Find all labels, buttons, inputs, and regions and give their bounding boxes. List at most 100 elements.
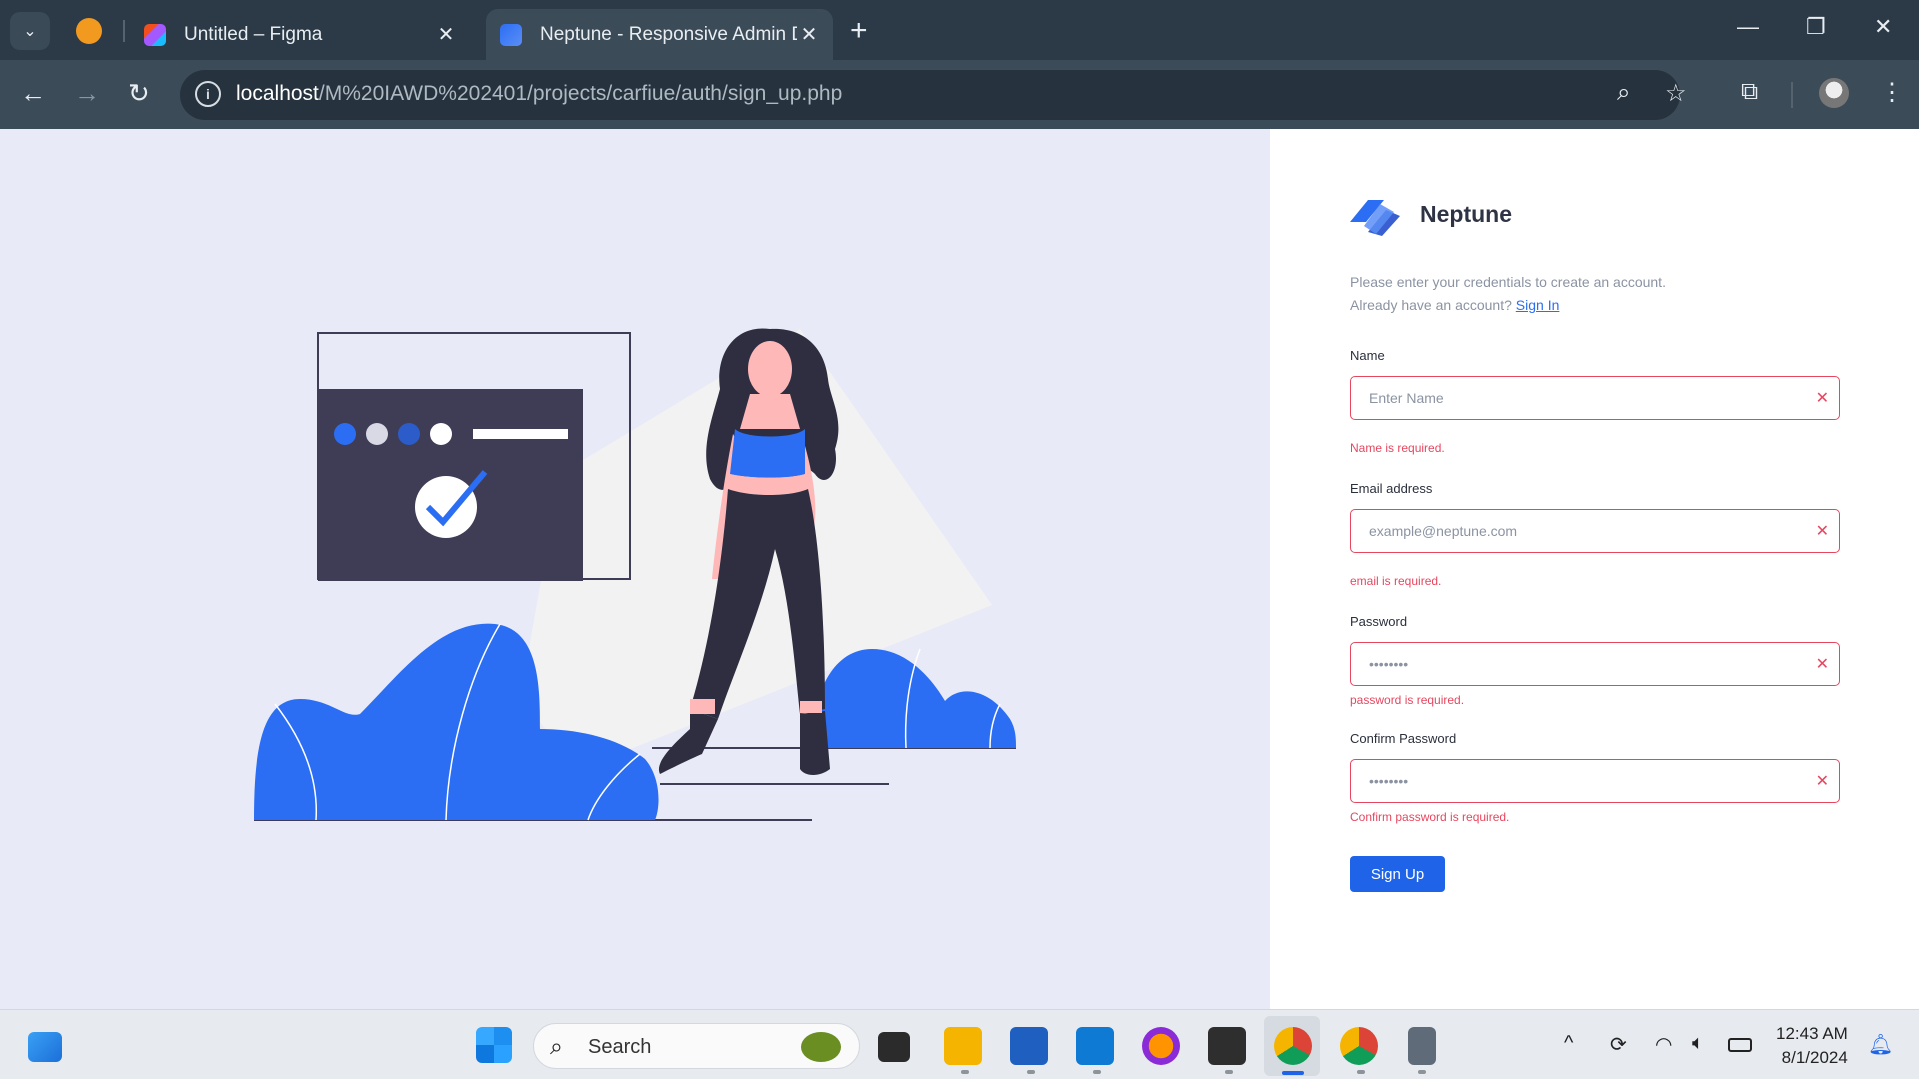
url-text[interactable]: localhost/M%20IAWD%202401/projects/carfi… xyxy=(236,82,842,106)
confirm-password-label: Confirm Password xyxy=(1350,731,1457,746)
running-indicator xyxy=(1418,1070,1426,1074)
close-icon[interactable]: ✕ xyxy=(434,22,458,47)
url-path: /M%20IAWD%202401/projects/carfiue/auth/s… xyxy=(318,82,843,105)
pinned-tab-icon[interactable] xyxy=(76,18,102,44)
new-tab-icon[interactable]: + xyxy=(850,14,868,48)
url-host: localhost xyxy=(236,82,319,105)
intro-prefix: Already have an account? xyxy=(1350,297,1512,313)
microsoft-store-icon[interactable] xyxy=(1010,1027,1048,1065)
browser-titlebar: ⌄ Untitled – Figma ✕ Neptune - Responsiv… xyxy=(0,0,1919,60)
signup-illustration xyxy=(254,328,1016,821)
sign-in-link[interactable]: Sign In xyxy=(1516,297,1560,313)
avocado-icon xyxy=(801,1032,841,1062)
site-info-icon[interactable]: i xyxy=(195,81,221,107)
windows-start-icon[interactable] xyxy=(476,1027,512,1063)
tab-title: Untitled – Figma xyxy=(184,23,323,45)
figma-icon xyxy=(144,23,166,46)
illustration-panel xyxy=(0,129,1270,1009)
name-error: Name is required. xyxy=(1350,441,1445,455)
email-input[interactable] xyxy=(1351,510,1839,552)
firefox-icon[interactable] xyxy=(1142,1027,1180,1065)
intro-text: Please enter your credentials to create … xyxy=(1350,271,1666,317)
intro-line-2: Already have an account? Sign In xyxy=(1350,294,1666,317)
confirm-password-error: Confirm password is required. xyxy=(1350,810,1510,824)
card-dot-2 xyxy=(366,423,388,445)
bookmark-star-icon[interactable]: ☆ xyxy=(1665,79,1687,108)
chrome-icon[interactable] xyxy=(1274,1027,1312,1065)
clock-date: 8/1/2024 xyxy=(1781,1048,1848,1067)
password-field[interactable]: ✕ xyxy=(1350,642,1840,686)
address-bar[interactable]: i localhost/M%20IAWD%202401/projects/car… xyxy=(180,70,1687,120)
sign-up-button[interactable]: Sign Up xyxy=(1350,856,1445,892)
zoom-icon[interactable]: ⌕ xyxy=(1617,79,1630,107)
brand-name: Neptune xyxy=(1420,200,1512,227)
email-field[interactable]: ✕ xyxy=(1350,509,1840,553)
confirm-password-input[interactable] xyxy=(1351,760,1839,802)
close-icon[interactable]: ✕ xyxy=(797,22,821,47)
running-indicator xyxy=(1225,1070,1233,1074)
taskbar-search[interactable]: ⌕ Search xyxy=(533,1023,860,1069)
clock-time: 12:43 AM xyxy=(1776,1024,1848,1043)
vscode-icon[interactable] xyxy=(1076,1027,1114,1065)
sync-icon[interactable]: ⟳ xyxy=(1610,1032,1627,1057)
active-indicator xyxy=(1282,1071,1304,1075)
widgets-icon[interactable] xyxy=(28,1032,62,1062)
password-input[interactable] xyxy=(1351,643,1839,685)
reload-icon[interactable]: ↻ xyxy=(128,78,150,109)
battery-icon[interactable] xyxy=(1728,1038,1752,1052)
running-indicator xyxy=(961,1070,969,1074)
error-x-icon: ✕ xyxy=(1815,390,1829,407)
chrome-profile-icon[interactable] xyxy=(1340,1027,1378,1065)
running-indicator xyxy=(1093,1070,1101,1074)
error-x-icon: ✕ xyxy=(1815,656,1829,673)
password-label: Password xyxy=(1350,614,1408,629)
task-view-icon[interactable] xyxy=(878,1032,910,1062)
search-icon: ⌕ xyxy=(550,1033,563,1059)
calculator-icon[interactable] xyxy=(1408,1027,1436,1065)
extensions-icon[interactable]: ⧉ xyxy=(1741,78,1758,106)
clock[interactable]: 12:43 AM 8/1/2024 xyxy=(1776,1022,1848,1070)
tab-search-button[interactable]: ⌄ xyxy=(10,12,50,50)
wifi-icon[interactable]: ◠ xyxy=(1655,1032,1672,1057)
woman-left-ankle xyxy=(690,699,715,714)
taskbar: ⌕ Search ^ ⟳ ◠ 🔈︎ 12:43 AM 8/1/2024 🔔︎ xyxy=(0,1009,1919,1079)
notification-bell-icon[interactable]: 🔔︎ xyxy=(1868,1032,1893,1057)
error-x-icon: ✕ xyxy=(1815,773,1829,790)
signup-panel: Neptune Please enter your credentials to… xyxy=(1270,129,1919,1009)
taskbar-search-label: Search xyxy=(588,1036,652,1058)
email-error: email is required. xyxy=(1350,574,1442,588)
woman-neck xyxy=(740,394,800,429)
back-icon[interactable]: ← xyxy=(20,78,46,109)
terminal-icon[interactable] xyxy=(1208,1027,1246,1065)
card-dot-3 xyxy=(398,423,420,445)
menu-dots-icon[interactable]: ⋮ xyxy=(1880,78,1904,107)
running-indicator xyxy=(1357,1070,1365,1074)
minimize-icon[interactable]: — xyxy=(1737,14,1759,40)
password-error: password is required. xyxy=(1350,693,1465,707)
name-field[interactable]: ✕ xyxy=(1350,376,1840,420)
restore-icon[interactable]: ❐ xyxy=(1806,14,1826,40)
check-circle xyxy=(415,476,477,538)
tab-title: Neptune - Responsive Admin D xyxy=(540,23,797,45)
email-label: Email address xyxy=(1350,481,1433,496)
intro-line-1: Please enter your credentials to create … xyxy=(1350,274,1666,290)
tab-neptune[interactable]: Neptune - Responsive Admin D ✕ xyxy=(486,9,833,60)
neptune-favicon-icon xyxy=(500,23,522,46)
card-line xyxy=(473,429,568,439)
name-input[interactable] xyxy=(1351,377,1839,419)
brand[interactable]: Neptune xyxy=(1350,192,1512,236)
bush-right xyxy=(812,649,1016,748)
file-explorer-icon[interactable] xyxy=(944,1027,982,1065)
confirm-password-field[interactable]: ✕ xyxy=(1350,759,1840,803)
woman-right-ankle xyxy=(800,701,822,713)
woman-face xyxy=(748,341,792,397)
profile-avatar[interactable] xyxy=(1819,78,1849,108)
running-indicator xyxy=(1027,1070,1035,1074)
window-close-icon[interactable]: ✕ xyxy=(1874,14,1892,40)
volume-icon[interactable]: 🔈︎ xyxy=(1692,1032,1704,1055)
forward-icon[interactable]: → xyxy=(74,78,100,109)
tab-figma[interactable]: Untitled – Figma ✕ xyxy=(140,9,470,60)
show-hidden-icons-icon[interactable]: ^ xyxy=(1564,1032,1573,1055)
card-dot-1 xyxy=(334,423,356,445)
error-x-icon: ✕ xyxy=(1815,523,1829,540)
